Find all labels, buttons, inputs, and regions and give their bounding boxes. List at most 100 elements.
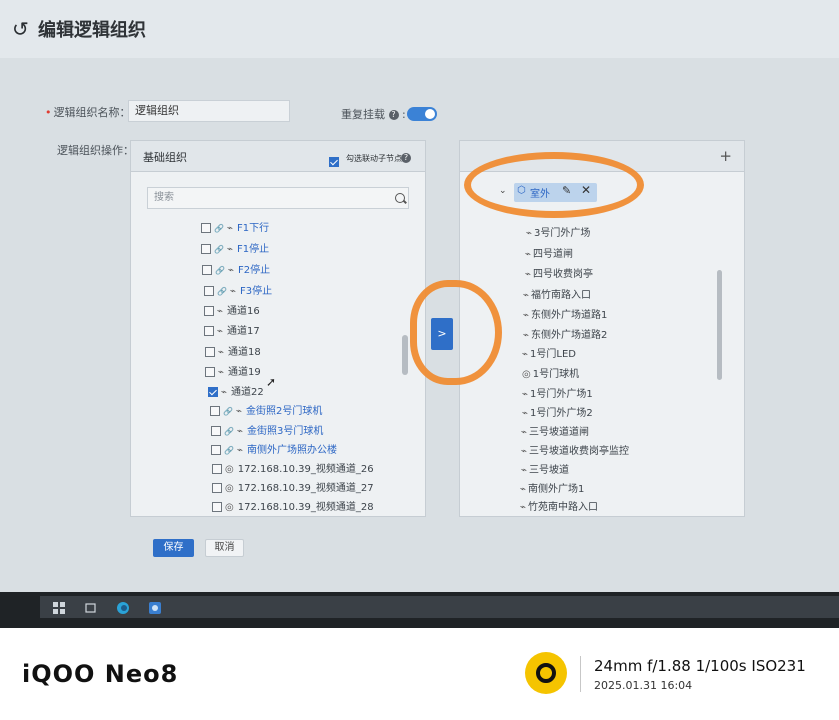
camera-icon: ⌁ (521, 465, 528, 476)
item-checkbox[interactable] (212, 483, 222, 493)
logic-tree-item[interactable]: ⌁ 福竹南路入口 (523, 288, 591, 304)
camera-icon: ⌁ (226, 223, 233, 234)
operation-label: 逻辑组织操作： (57, 144, 134, 157)
item-checkbox[interactable] (211, 445, 221, 455)
item-checkbox[interactable] (204, 306, 214, 316)
logic-tree-item-label: 福竹南路入口 (531, 290, 592, 301)
add-button[interactable]: + (719, 147, 732, 165)
link-icon: 🔗 (217, 287, 227, 296)
browser-icon[interactable] (116, 600, 130, 614)
item-checkbox[interactable] (212, 464, 222, 474)
camera-icon: ⌁ (520, 502, 527, 513)
tree-item[interactable]: 🔗 ⌁ F1下行 (201, 221, 269, 237)
repeat-mount-label: 重复挂载 ? : (341, 108, 406, 121)
camera-icon: ⌁ (226, 244, 233, 255)
tree-item[interactable]: ⌁ 通道17 (204, 324, 260, 340)
link-icon: 🔗 (214, 245, 224, 254)
item-checkbox[interactable] (201, 223, 211, 233)
logic-tree-item-label: 三号坡道 (529, 465, 570, 476)
app-icon[interactable] (148, 600, 162, 614)
left-scrollbar[interactable] (402, 335, 408, 375)
item-checkbox[interactable] (208, 387, 218, 397)
linkage-label: 勾选联动子节点 (346, 154, 402, 163)
item-checkbox[interactable] (204, 326, 214, 336)
tree-item[interactable]: 🔗 ⌁ 南侧外广场照办公楼 (211, 443, 337, 459)
tree-item-label: F1停止 (237, 244, 270, 255)
logic-tree-item-label: 1号门球机 (532, 369, 580, 380)
link-icon: 🔗 (215, 266, 225, 275)
save-button[interactable]: 保存 (153, 539, 194, 557)
tree-item[interactable]: ⌁ 通道16 (204, 304, 260, 320)
link-icon: 🔗 (224, 427, 234, 436)
item-checkbox[interactable] (211, 426, 221, 436)
tree-item[interactable]: ⌁ 通道22 (208, 385, 264, 401)
search-input[interactable]: 搜索 (147, 187, 409, 209)
logic-tree-item[interactable]: ⌁ 东侧外广场道路1 (523, 308, 607, 324)
name-input[interactable]: 逻辑组织 (128, 100, 290, 122)
camera-brand: iQOO Neo8 (22, 660, 179, 688)
logic-tree-item[interactable]: ⌁ 三号坡道道闸 (521, 425, 589, 441)
base-org-panel: 基础组织 勾选联动子节点 ? 搜索 (130, 140, 426, 517)
windows-start-icon[interactable] (52, 600, 66, 614)
item-checkbox[interactable] (201, 244, 211, 254)
logic-tree-item-label: 南侧外广场1 (528, 484, 585, 495)
item-checkbox[interactable] (202, 265, 212, 275)
logic-tree-item[interactable]: ⌁ 3号门外广场 (526, 226, 590, 242)
logic-tree-item-label: 四号收费岗亭 (533, 269, 594, 280)
dome-camera-icon: ◎ (522, 369, 531, 380)
logic-tree-item[interactable]: ⌁ 四号道闸 (525, 247, 573, 263)
tree-item[interactable]: ⌁ 通道18 (205, 345, 261, 361)
tree-item-label: 金街照2号门球机 (246, 406, 323, 417)
tree-item-label: F3停止 (240, 286, 273, 297)
logic-tree-item[interactable]: ⌁ 竹苑南中路入口 (520, 500, 598, 516)
camera-icon: ⌁ (221, 387, 228, 398)
camera-icon: ⌁ (217, 326, 224, 337)
right-scrollbar[interactable] (717, 270, 722, 380)
item-checkbox[interactable] (210, 406, 220, 416)
tree-item-label: 通道19 (228, 367, 261, 378)
logic-tree-item[interactable]: ◎ 1号门球机 (522, 367, 579, 383)
item-checkbox[interactable] (212, 502, 222, 512)
logic-tree-item[interactable]: ⌁ 1号门LED (522, 347, 576, 363)
logic-tree-item-label: 三号坡道收费岗亭监控 (529, 446, 630, 457)
logic-tree-item[interactable]: ⌁ 四号收费岗亭 (525, 267, 593, 283)
logic-tree-item-label: 东侧外广场道路1 (531, 310, 608, 321)
camera-icon: ⌁ (526, 228, 533, 239)
item-checkbox[interactable] (205, 347, 215, 357)
task-view-icon[interactable] (84, 600, 98, 614)
camera-icon: ⌁ (218, 367, 225, 378)
tree-item[interactable]: ◎ 172.168.10.39_视频通道_26 (212, 462, 374, 478)
tree-item[interactable]: 🔗 ⌁ F1停止 (201, 242, 269, 258)
search-icon[interactable] (395, 193, 405, 203)
tree-item[interactable]: 🔗 ⌁ F2停止 (202, 263, 270, 279)
repeat-mount-toggle[interactable] (407, 107, 437, 121)
item-checkbox[interactable] (204, 286, 214, 296)
annotation-circle-button (410, 280, 502, 385)
dome-camera-icon: ◎ (225, 502, 234, 513)
tree-item[interactable]: ⌁ 通道19 (205, 365, 261, 381)
logic-tree-item-label: 1号门LED (530, 349, 576, 360)
back-arrow-icon[interactable]: ↺ (12, 18, 34, 40)
base-org-header: 基础组织 勾选联动子节点 ? (131, 141, 425, 172)
cancel-button[interactable]: 取消 (205, 539, 244, 557)
logic-tree-item[interactable]: ⌁ 三号坡道收费岗亭监控 (521, 444, 629, 460)
item-checkbox[interactable] (205, 367, 215, 377)
logic-tree-item-label: 东侧外广场道路2 (531, 330, 608, 341)
logic-tree-item[interactable]: ⌁ 东侧外广场道路2 (523, 328, 607, 344)
camera-icon: ⌁ (521, 446, 528, 457)
tree-item[interactable]: ◎ 172.168.10.39_视频通道_28 (212, 500, 374, 516)
logic-tree-item[interactable]: ⌁ 南侧外广场1 (520, 482, 584, 498)
tree-item[interactable]: ◎ 172.168.10.39_视频通道_27 (212, 481, 374, 497)
divider (580, 656, 581, 692)
logic-tree-item[interactable]: ⌁ 1号门外广场1 (522, 387, 593, 403)
linkage-checkbox[interactable] (329, 151, 339, 170)
photo-date: 2025.01.31 16:04 (594, 679, 693, 692)
tree-item[interactable]: 🔗 ⌁ F3停止 (204, 284, 272, 300)
linkage-help-icon: ? (401, 153, 411, 163)
help-icon: ? (388, 110, 399, 120)
tree-item[interactable]: 🔗 ⌁ 金街照2号门球机 (210, 404, 322, 420)
logic-tree-item[interactable]: ⌁ 1号门外广场2 (522, 406, 593, 422)
iqoo-logo-icon (525, 652, 567, 694)
tree-item[interactable]: 🔗 ⌁ 金街照3号门球机 (211, 424, 323, 440)
logic-tree-item[interactable]: ⌁ 三号坡道 (521, 463, 569, 479)
